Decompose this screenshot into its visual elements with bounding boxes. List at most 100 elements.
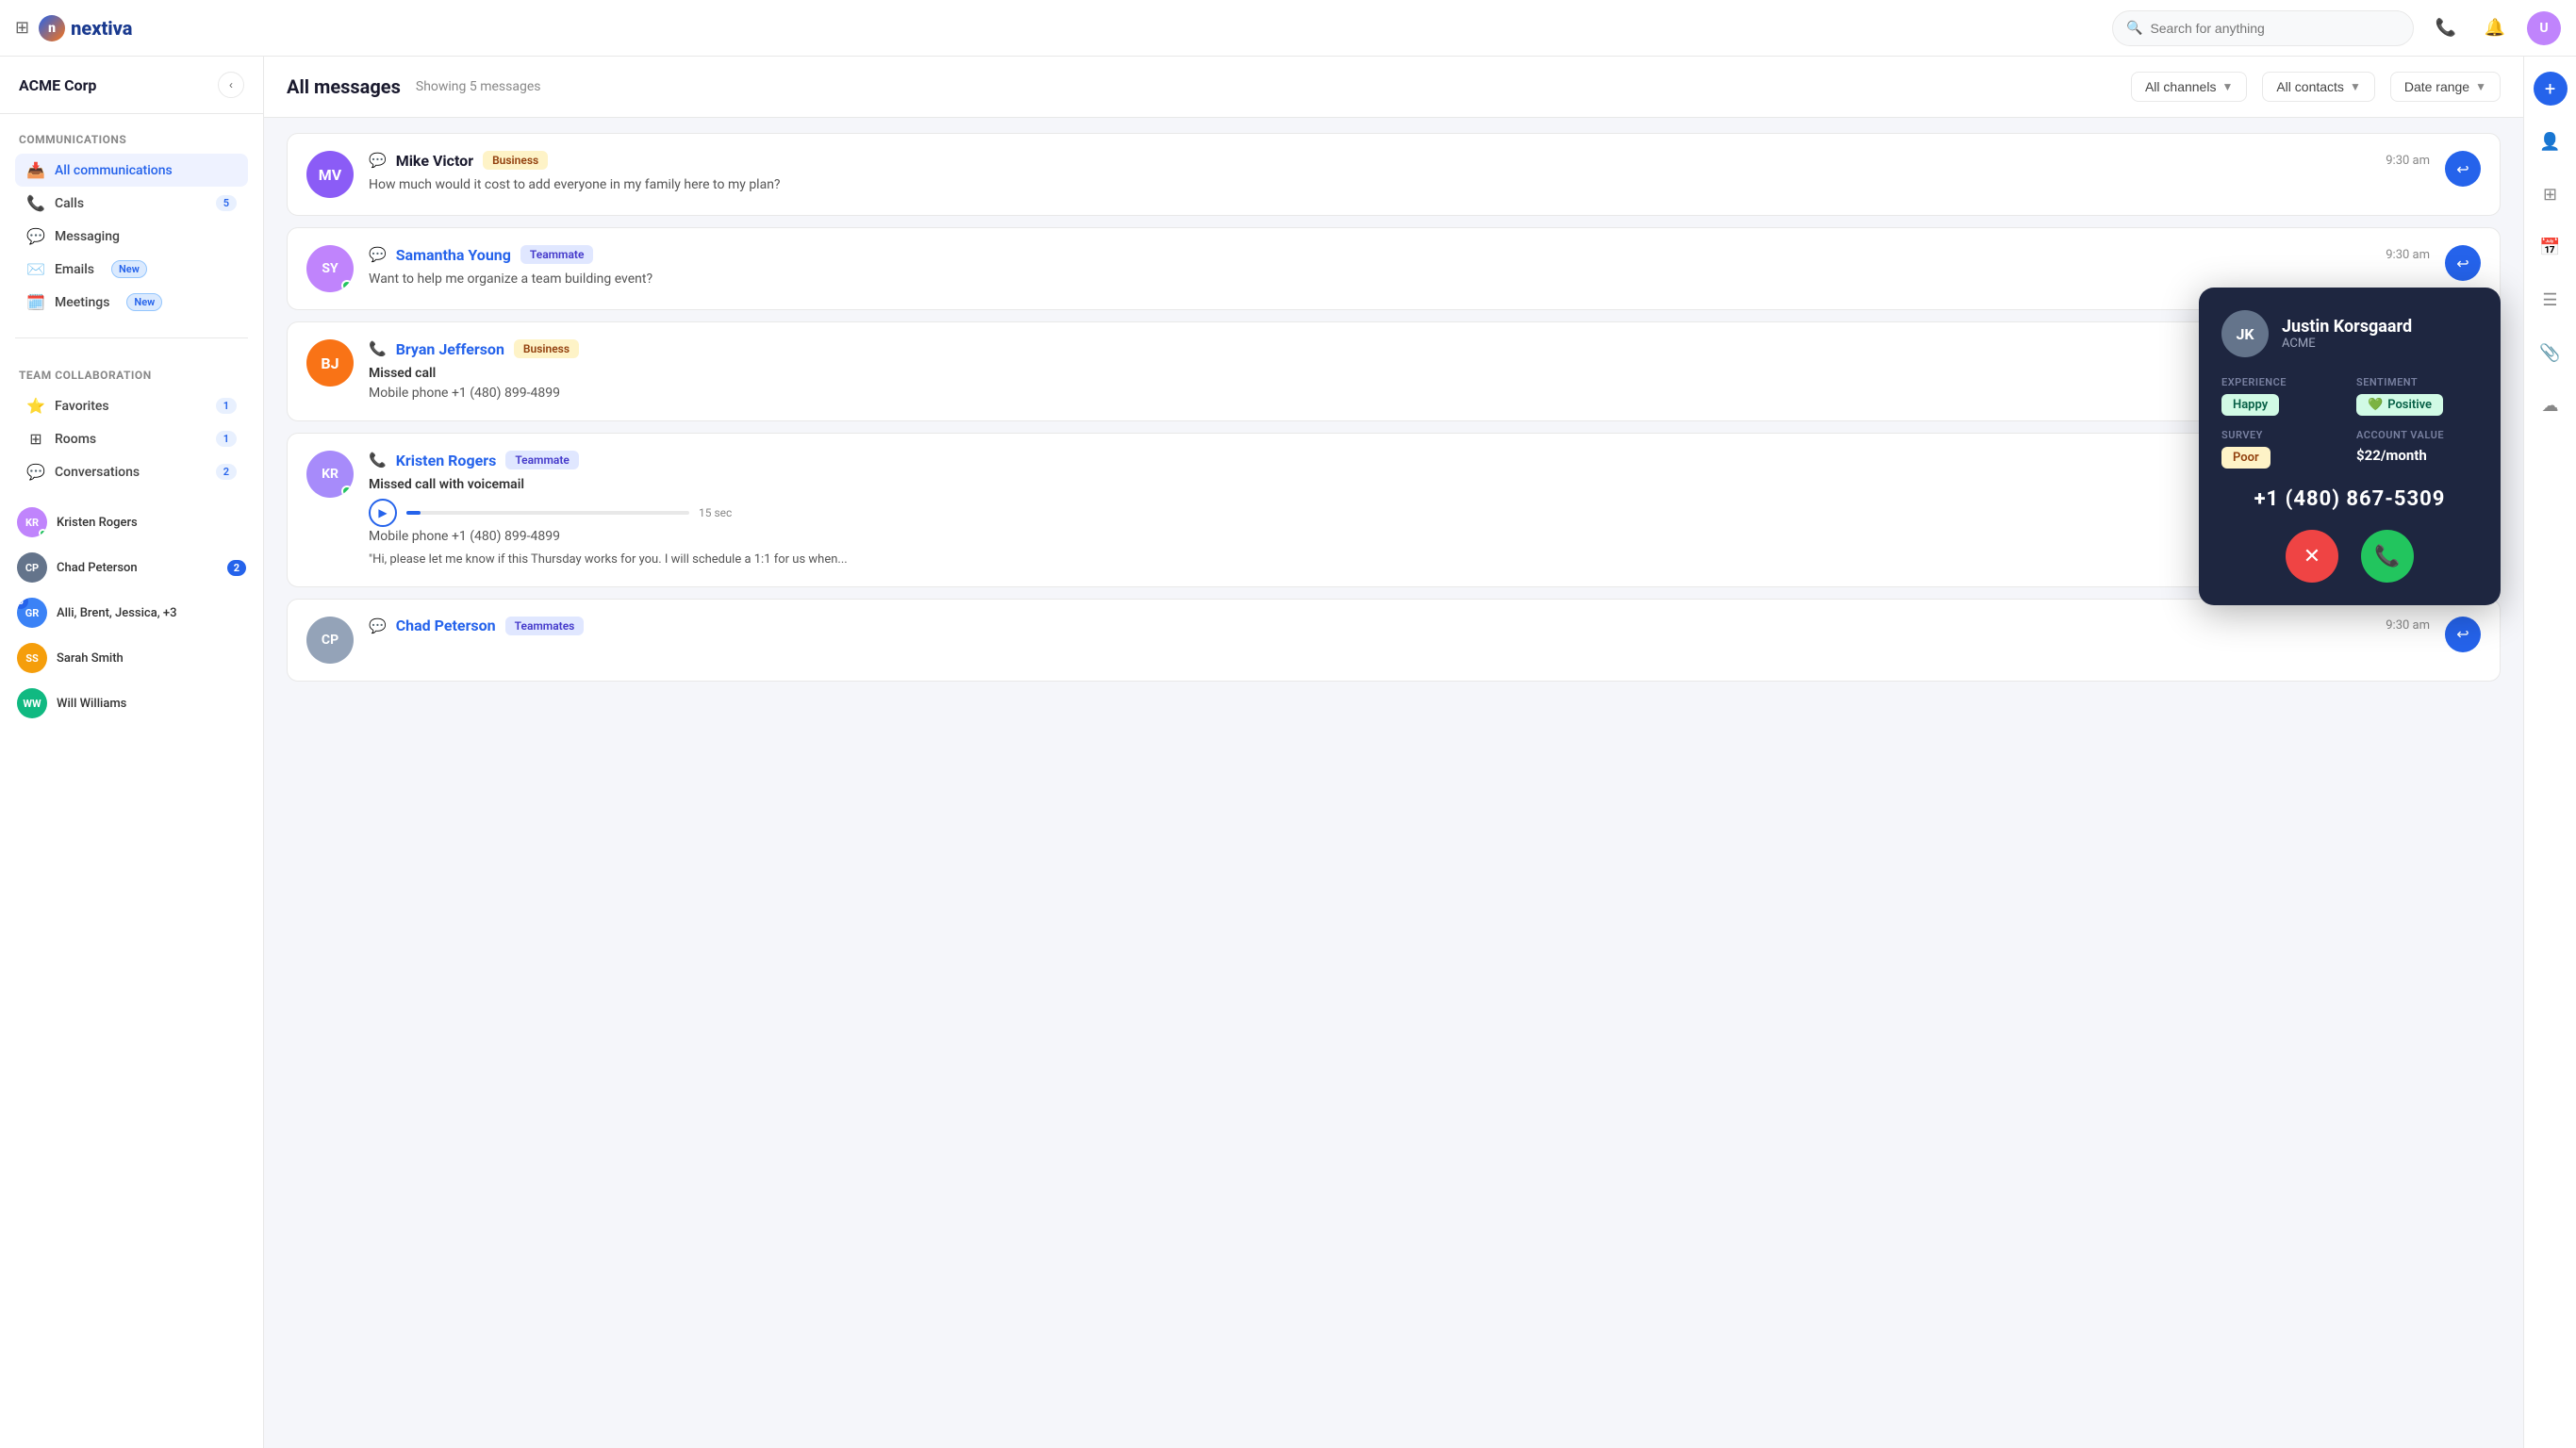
sidebar-item-label: Rooms <box>55 432 96 447</box>
emails-new-badge: New <box>111 260 147 278</box>
message-body: Missed call with voicemail ▶ 15 sec Mobi… <box>369 475 2481 569</box>
reply-button[interactable]: ↩ <box>2445 617 2481 652</box>
sidebar: ACME Corp ‹ Communications 📥 All communi… <box>0 57 264 1448</box>
message-card-samantha-young[interactable]: SY 💬 Samantha Young Teammate 9:30 am Wan… <box>287 227 2501 310</box>
conv-name: Will Williams <box>57 697 246 711</box>
sidebar-item-emails[interactable]: ✉️ Emails New <box>15 253 248 286</box>
experience-stat: EXPERIENCE Happy <box>2221 376 2343 416</box>
reply-button[interactable]: ↩ <box>2445 151 2481 187</box>
all-comms-icon: 📥 <box>26 161 45 179</box>
conv-item-sarah[interactable]: SS Sarah Smith <box>8 635 256 681</box>
messaging-icon: 💬 <box>26 227 45 245</box>
popup-contact-company: ACME <box>2282 337 2412 351</box>
calls-icon: 📞 <box>26 194 45 212</box>
right-rail: + 👤 ⊞ 📅 ☰ 📎 ☁ <box>2523 57 2576 1448</box>
account-value: $22/month <box>2356 447 2427 464</box>
conv-avatar-chad: CP <box>17 552 47 583</box>
sidebar-item-all-communications[interactable]: 📥 All communications <box>15 154 248 187</box>
calendar-rail-icon[interactable]: 📅 <box>2534 230 2568 264</box>
message-header: 📞 Kristen Rogers Teammate <box>369 451 2481 469</box>
attachment-rail-icon[interactable]: 📎 <box>2534 336 2568 370</box>
conv-name: Sarah Smith <box>57 651 246 666</box>
search-input[interactable] <box>2150 21 2400 36</box>
grid-rail-icon[interactable]: ⊞ <box>2534 177 2568 211</box>
rooms-badge: 1 <box>216 431 237 447</box>
conv-item-group[interactable]: GR 5 Alli, Brent, Jessica, +3 <box>8 590 256 635</box>
grid-icon[interactable]: ⊞ <box>15 18 29 38</box>
popup-phone-number: +1 (480) 867-5309 <box>2221 487 2478 511</box>
accept-call-button[interactable]: 📞 <box>2361 530 2414 583</box>
sidebar-item-calls[interactable]: 📞 Calls 5 <box>15 187 248 220</box>
all-channels-filter[interactable]: All channels ▼ <box>2131 72 2247 102</box>
sidebar-item-label: Messaging <box>55 229 120 244</box>
favorites-icon: ⭐ <box>26 397 45 415</box>
sidebar-header: ACME Corp ‹ <box>0 57 263 114</box>
sidebar-item-favorites[interactable]: ⭐ Favorites 1 <box>15 389 248 422</box>
sidebar-item-meetings[interactable]: 🗓️ Meetings New <box>15 286 248 319</box>
sidebar-item-label: All communications <box>55 163 173 178</box>
contact-rail-icon[interactable]: 👤 <box>2534 124 2568 158</box>
teammate-badge: Teammate <box>505 451 579 469</box>
filter-label: Date range <box>2404 79 2469 94</box>
sidebar-item-conversations[interactable]: 💬 Conversations 2 <box>15 455 248 488</box>
message-type-icon: 💬 <box>369 617 387 634</box>
sidebar-item-rooms[interactable]: ⊞ Rooms 1 <box>15 422 248 455</box>
logo[interactable]: n nextiva <box>39 15 132 41</box>
phone-nav-button[interactable]: 📞 <box>2429 11 2463 45</box>
account-value-label: ACCOUNT VALUE <box>2356 429 2478 441</box>
message-body: How much would it cost to add everyone i… <box>369 175 2430 195</box>
conv-avatar-kristen: KR <box>17 507 47 537</box>
conversations-badge: 2 <box>216 464 237 480</box>
conv-item-kristen[interactable]: KR Kristen Rogers <box>8 500 256 545</box>
survey-value: Poor <box>2221 447 2271 469</box>
message-time: 9:30 am <box>2386 248 2430 262</box>
message-card-bryan-jefferson[interactable]: BJ 📞 Bryan Jefferson Business Missed cal… <box>287 321 2501 421</box>
phone-number: Mobile phone +1 (480) 899-4899 <box>369 527 2481 547</box>
reply-button[interactable]: ↩ <box>2445 245 2481 281</box>
nav-actions: 📞 🔔 U <box>2429 11 2561 45</box>
sidebar-item-messaging[interactable]: 💬 Messaging <box>15 220 248 253</box>
date-range-filter[interactable]: Date range ▼ <box>2390 72 2501 102</box>
call-popup: JK Justin Korsgaard ACME EXPERIENCE Happ… <box>2199 288 2501 605</box>
sender-name: Mike Victor <box>396 152 473 170</box>
all-contacts-filter[interactable]: All contacts ▼ <box>2262 72 2374 102</box>
conv-name: Alli, Brent, Jessica, +3 <box>57 606 246 620</box>
message-header: 📞 Bryan Jefferson Business <box>369 339 2481 358</box>
company-name: ACME Corp <box>19 76 96 94</box>
user-avatar[interactable]: U <box>2527 11 2561 45</box>
collapse-sidebar-button[interactable]: ‹ <box>218 72 244 98</box>
audio-duration: 15 sec <box>699 504 732 521</box>
message-card-chad-peterson[interactable]: CP 💬 Chad Peterson Teammates 9:30 am ↩ <box>287 599 2501 682</box>
message-card-mike-victor[interactable]: MV 💬 Mike Victor Business 9:30 am How mu… <box>287 133 2501 216</box>
message-content: 💬 Chad Peterson Teammates 9:30 am <box>369 617 2430 641</box>
conv-item-will[interactable]: WW Will Williams <box>8 681 256 726</box>
add-button[interactable]: + <box>2534 72 2568 106</box>
chevron-down-icon: ▼ <box>2350 80 2361 93</box>
decline-call-button[interactable]: ✕ <box>2286 530 2338 583</box>
sidebar-divider <box>15 337 248 338</box>
voicemail-row: ▶ 15 sec <box>369 499 2481 527</box>
popup-contact-details: Justin Korsgaard ACME <box>2282 317 2412 351</box>
team-section: Team collaboration ⭐ Favorites 1 ⊞ Rooms… <box>0 350 263 496</box>
list-rail-icon[interactable]: ☰ <box>2534 283 2568 317</box>
conv-item-chad[interactable]: CP Chad Peterson 2 <box>8 545 256 590</box>
search-bar[interactable]: 🔍 <box>2112 10 2414 46</box>
message-avatar-samantha: SY <box>306 245 354 292</box>
call-type-icon: 📞 <box>369 340 387 357</box>
voicemail-transcript: "Hi, please let me know if this Thursday… <box>369 551 2481 569</box>
experience-label: EXPERIENCE <box>2221 376 2343 388</box>
teammate-badge: Teammate <box>520 245 594 264</box>
message-header: 💬 Mike Victor Business 9:30 am <box>369 151 2430 170</box>
notifications-button[interactable]: 🔔 <box>2478 11 2512 45</box>
popup-contact-avatar: JK <box>2221 310 2269 357</box>
audio-progress-bar <box>406 511 689 515</box>
play-voicemail-button[interactable]: ▶ <box>369 499 397 527</box>
message-card-kristen-rogers[interactable]: KR 📞 Kristen Rogers Teammate Missed call… <box>287 433 2501 587</box>
message-avatar-bryan: BJ <box>306 339 354 387</box>
cloud-rail-icon[interactable]: ☁ <box>2534 388 2568 422</box>
avatar-initials: MV <box>319 166 341 184</box>
favorites-badge: 1 <box>216 398 237 414</box>
meetings-icon: 🗓️ <box>26 293 45 311</box>
message-avatar-mike-victor: MV <box>306 151 354 198</box>
message-header: 💬 Samantha Young Teammate 9:30 am <box>369 245 2430 264</box>
